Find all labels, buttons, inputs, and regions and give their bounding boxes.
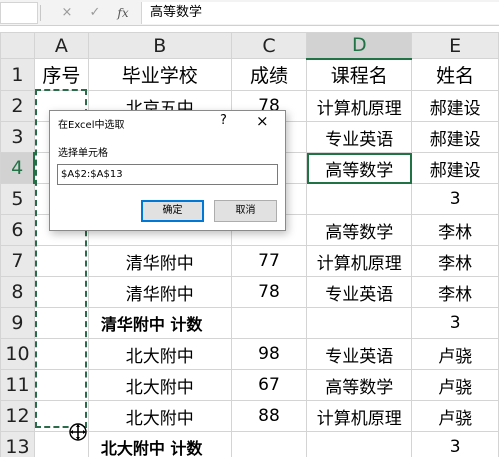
- cell-e9[interactable]: 3: [411, 307, 499, 339]
- cell-e2[interactable]: 郝建设: [411, 90, 499, 122]
- cell-d11[interactable]: 高等数学: [306, 369, 413, 401]
- cell-c13[interactable]: [230, 431, 308, 457]
- cell-b10[interactable]: 北大附中: [87, 338, 232, 370]
- table-row: 8 清华附中 78 专业英语 李林: [0, 276, 499, 308]
- cell-c11[interactable]: 67: [230, 369, 308, 401]
- table-row: 1 序号 毕业学校 成绩 课程名 姓名: [0, 58, 499, 91]
- cell-e3[interactable]: 郝建设: [411, 121, 499, 153]
- cell-e6[interactable]: 李林: [411, 214, 499, 246]
- column-header-b[interactable]: B: [87, 32, 232, 59]
- cell-e11[interactable]: 卢骁: [411, 369, 499, 401]
- cell-e10[interactable]: 卢骁: [411, 338, 499, 370]
- cell-a10[interactable]: [33, 338, 89, 370]
- cell-e4[interactable]: 郝建设: [411, 152, 499, 184]
- cell-c7[interactable]: 77: [230, 245, 308, 277]
- row-header-9[interactable]: 9: [0, 307, 35, 339]
- spreadsheet-grid: A B C D E 1 序号 毕业学校 成绩 课程名 姓名 2 北京五中 78 计算机原理 郝建设 3 专业英语郝…: [0, 32, 499, 457]
- row-header-4[interactable]: 4: [0, 152, 36, 184]
- cell-a11[interactable]: [33, 369, 89, 401]
- row-header-3[interactable]: 3: [0, 121, 35, 153]
- cell-a7[interactable]: [33, 245, 89, 277]
- confirm-entry-icon[interactable]: ✓: [84, 3, 106, 23]
- cell-d6[interactable]: 高等数学: [306, 214, 413, 246]
- insert-function-icon[interactable]: fx: [112, 3, 134, 23]
- select-all-corner[interactable]: [0, 32, 35, 59]
- cell-d10[interactable]: 专业英语: [306, 338, 413, 370]
- column-header-c[interactable]: C: [230, 32, 308, 59]
- cell-d5[interactable]: [306, 183, 413, 215]
- row-header-13[interactable]: 13: [0, 431, 35, 457]
- formula-bar: × ✓ fx 高等数学: [0, 0, 499, 26]
- dialog-title: 在Excel中选取: [58, 120, 125, 131]
- row-header-12[interactable]: 12: [0, 400, 35, 432]
- formula-bar-divider: [40, 5, 41, 21]
- cell-b1[interactable]: 毕业学校: [87, 58, 232, 91]
- table-row: 11 北大附中 67 高等数学 卢骁: [0, 369, 499, 401]
- cell-d12[interactable]: 计算机原理: [306, 400, 413, 432]
- table-row: 9 清华附中 计数 3: [0, 307, 499, 339]
- cell-d7[interactable]: 计算机原理: [306, 245, 413, 277]
- row-header-5[interactable]: 5: [0, 183, 35, 215]
- cell-c1[interactable]: 成绩: [230, 58, 308, 91]
- range-input[interactable]: $A$2:$A$13: [57, 164, 278, 185]
- select-cells-label: 选择单元格: [58, 148, 108, 159]
- cell-c10[interactable]: 98: [230, 338, 308, 370]
- cell-c9[interactable]: [230, 307, 308, 339]
- cell-e12[interactable]: 卢骁: [411, 400, 499, 432]
- cell-e1[interactable]: 姓名: [411, 58, 499, 91]
- cell-b8[interactable]: 清华附中: [87, 276, 232, 308]
- cell-b7[interactable]: 清华附中: [87, 245, 232, 277]
- cell-d13[interactable]: [306, 431, 413, 457]
- cell-d4[interactable]: 高等数学: [306, 152, 413, 184]
- name-box[interactable]: [0, 2, 38, 24]
- column-header-a[interactable]: A: [33, 32, 89, 59]
- cell-c8[interactable]: 78: [230, 276, 308, 308]
- cell-b11[interactable]: 北大附中: [87, 369, 232, 401]
- row-header-6[interactable]: 6: [0, 214, 35, 246]
- help-icon[interactable]: ?: [220, 113, 227, 128]
- row-header-8[interactable]: 8: [0, 276, 35, 308]
- row-header-11[interactable]: 11: [0, 369, 35, 401]
- row-header-2[interactable]: 2: [0, 90, 35, 122]
- cell-d9[interactable]: [306, 307, 413, 339]
- cell-a8[interactable]: [33, 276, 89, 308]
- cancel-entry-icon[interactable]: ×: [56, 3, 78, 23]
- table-row: 7 清华附中 77 计算机原理 李林: [0, 245, 499, 277]
- cell-a1[interactable]: 序号: [33, 58, 89, 91]
- column-header-d[interactable]: D: [306, 32, 413, 60]
- select-range-dialog: 在Excel中选取 ? × 选择单元格 $A$2:$A$13 确定 取消: [49, 110, 286, 231]
- cell-e5[interactable]: 3: [411, 183, 499, 215]
- cell-b9[interactable]: 清华附中 计数: [87, 307, 232, 339]
- cell-b12[interactable]: 北大附中: [87, 400, 232, 432]
- cell-a9[interactable]: [33, 307, 89, 339]
- table-row: 10 北大附中 98 专业英语 卢骁: [0, 338, 499, 370]
- ok-button[interactable]: 确定: [141, 200, 204, 222]
- cell-e13[interactable]: 3: [411, 431, 499, 457]
- close-icon[interactable]: ×: [256, 112, 269, 130]
- column-header-e[interactable]: E: [411, 32, 499, 59]
- cell-d2[interactable]: 计算机原理: [306, 90, 413, 122]
- cell-c12[interactable]: 88: [230, 400, 308, 432]
- cell-d1[interactable]: 课程名: [306, 58, 413, 91]
- row-header-7[interactable]: 7: [0, 245, 35, 277]
- cell-e8[interactable]: 李林: [411, 276, 499, 308]
- cell-d3[interactable]: 专业英语: [306, 121, 413, 153]
- formula-input[interactable]: 高等数学: [141, 2, 499, 24]
- row-header-1[interactable]: 1: [0, 58, 35, 91]
- move-cursor-icon: [69, 423, 87, 441]
- cell-e7[interactable]: 李林: [411, 245, 499, 277]
- cell-b13[interactable]: 北大附中 计数: [87, 431, 232, 457]
- cell-d8[interactable]: 专业英语: [306, 276, 413, 308]
- cancel-button[interactable]: 取消: [214, 200, 277, 222]
- row-header-10[interactable]: 10: [0, 338, 35, 370]
